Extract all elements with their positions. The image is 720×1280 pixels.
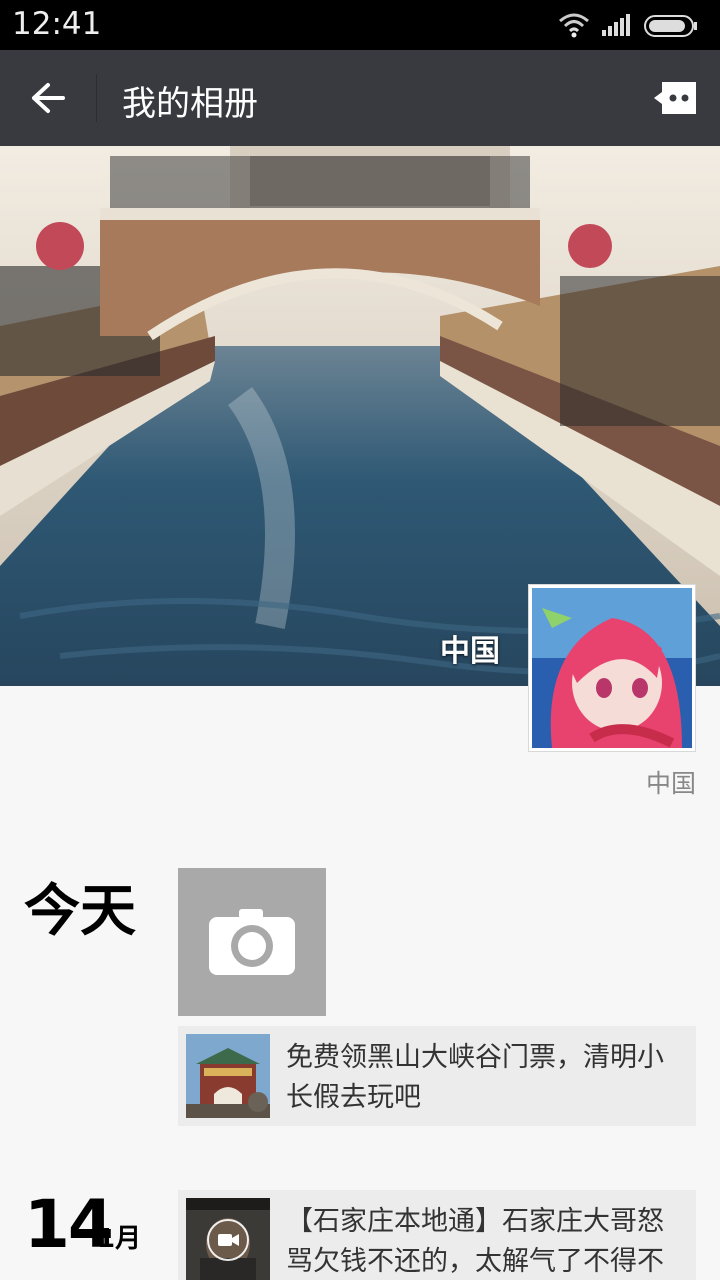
video-title: 【石家庄本地通】石家庄大哥怒骂欠钱不还的，太解气了不得不: [286, 1206, 664, 1277]
article-title: 免费领黑山大峡谷门票，清明小长假去玩吧: [286, 1042, 664, 1113]
profile-location: 中国: [645, 769, 696, 798]
avatar[interactable]: [528, 584, 696, 752]
date-month: 1月: [97, 1224, 142, 1254]
back-arrow-icon: [32, 83, 65, 113]
camera-icon: [209, 909, 295, 975]
page-title: 我的相册: [122, 84, 258, 124]
signal-icon: [602, 14, 630, 36]
message-icon[interactable]: [652, 80, 698, 116]
status-icons: [558, 12, 708, 40]
shared-article-card[interactable]: 免费领黑山大峡谷门票，清明小长假去玩吧: [178, 1026, 696, 1126]
back-button[interactable]: [18, 68, 78, 128]
status-bar: 12:41: [0, 0, 720, 50]
title-divider: [96, 74, 97, 122]
anime-avatar-image: [532, 588, 692, 748]
day-label-today: 今天: [24, 879, 136, 944]
status-time: 12:41: [12, 6, 102, 42]
add-photo-button[interactable]: [178, 868, 326, 1016]
shared-video-card[interactable]: 【石家庄本地通】石家庄大哥怒骂欠钱不还的，太解气了不得不: [178, 1190, 696, 1280]
video-thumbnail: [186, 1198, 270, 1280]
battery-icon: [644, 15, 697, 37]
article-thumbnail: [186, 1034, 270, 1118]
wifi-icon: [559, 13, 589, 38]
cover-location: 中国: [440, 634, 500, 669]
title-bar: 我的相册: [0, 50, 720, 146]
